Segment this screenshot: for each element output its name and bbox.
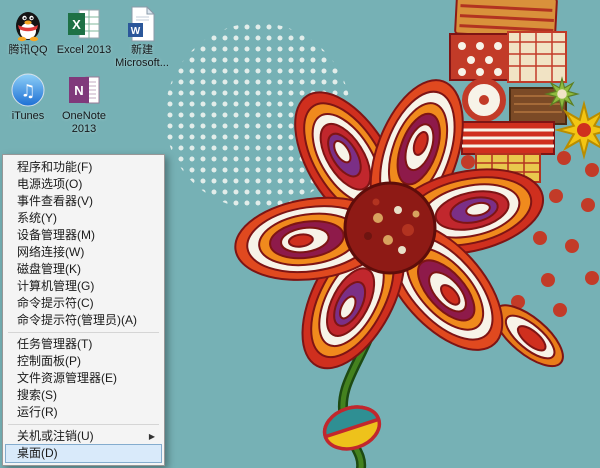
desktop-icon-onenote[interactable]: N OneNote 2013 — [53, 72, 115, 136]
collage-figure-decoration — [449, 0, 567, 222]
desktop-icon-label: OneNote 2013 — [61, 110, 107, 135]
striped-flower — [228, 66, 552, 386]
flower-bulb — [322, 405, 382, 451]
menu-item-label: 搜索(S) — [17, 388, 57, 402]
desktop-icon-label: iTunes — [11, 110, 45, 122]
menu-item-network-connections[interactable]: 网络连接(W) — [6, 244, 161, 261]
word-document-icon: W — [124, 6, 160, 42]
submenu-arrow-icon: ▶ — [148, 432, 155, 441]
menu-item-label: 命令提示符(管理员)(A) — [17, 313, 137, 327]
menu-item-label: 计算机管理(G) — [17, 279, 95, 293]
menu-item-label: 网络连接(W) — [17, 245, 85, 259]
menu-item-desktop[interactable]: 桌面(D) — [5, 444, 162, 463]
menu-item-power-options[interactable]: 电源选项(O) — [6, 176, 161, 193]
menu-item-disk-management[interactable]: 磁盘管理(K) — [6, 261, 161, 278]
menu-item-system[interactable]: 系统(Y) — [6, 210, 161, 227]
menu-item-control-panel[interactable]: 控制面板(P) — [6, 353, 161, 370]
menu-item-device-manager[interactable]: 设备管理器(M) — [6, 227, 161, 244]
excel-icon: X — [66, 6, 102, 42]
menu-item-event-viewer[interactable]: 事件查看器(V) — [6, 193, 161, 210]
menu-item-task-manager[interactable]: 任务管理器(T) — [6, 336, 161, 353]
dotted-circle-decoration — [165, 23, 351, 209]
menu-separator — [8, 424, 159, 425]
polka-dots-decoration — [429, 143, 599, 317]
desktop-icon-qq[interactable]: 腾讯QQ — [0, 6, 59, 57]
menu-item-command-prompt[interactable]: 命令提示符(C) — [6, 295, 161, 312]
menu-item-label: 桌面(D) — [17, 446, 58, 460]
flower-leaf — [493, 304, 564, 368]
menu-item-label: 事件查看器(V) — [17, 194, 93, 208]
menu-item-label: 系统(Y) — [17, 211, 57, 225]
menu-item-label: 磁盘管理(K) — [17, 262, 81, 276]
desktop-icon-label: 新建 Microsoft... — [115, 44, 169, 69]
svg-text:N: N — [74, 83, 83, 98]
svg-text:W: W — [131, 26, 141, 37]
menu-item-programs-and-features[interactable]: 程序和功能(F) — [6, 159, 161, 176]
menu-item-search[interactable]: 搜索(S) — [6, 387, 161, 404]
menu-item-label: 运行(R) — [17, 405, 58, 419]
onenote-icon: N — [66, 72, 102, 108]
qq-icon — [10, 6, 46, 42]
menu-item-label: 设备管理器(M) — [17, 228, 95, 242]
itunes-icon: ♫ — [10, 72, 46, 108]
menu-item-command-prompt-admin[interactable]: 命令提示符(管理员)(A) — [6, 312, 161, 329]
menu-item-label: 关机或注销(U) — [17, 429, 94, 443]
yellow-starburst-decoration — [557, 103, 600, 157]
desktop-icon-label: Excel 2013 — [56, 44, 112, 56]
menu-item-label: 命令提示符(C) — [17, 296, 94, 310]
menu-separator — [8, 332, 159, 333]
desktop-icon-itunes[interactable]: ♫ iTunes — [0, 72, 59, 123]
desktop-icon-label: 腾讯QQ — [8, 44, 48, 56]
winx-menu: 程序和功能(F) 电源选项(O) 事件查看器(V) 系统(Y) 设备管理器(M)… — [2, 154, 165, 466]
menu-item-file-explorer[interactable]: 文件资源管理器(E) — [6, 370, 161, 387]
green-starburst-decoration — [545, 77, 579, 111]
menu-item-label: 程序和功能(F) — [17, 160, 93, 174]
flower-stem — [337, 285, 388, 468]
svg-text:X: X — [72, 17, 81, 32]
menu-item-label: 文件资源管理器(E) — [17, 371, 117, 385]
menu-item-run[interactable]: 运行(R) — [6, 404, 161, 421]
desktop-icon-word-doc[interactable]: W 新建 Microsoft... — [111, 6, 173, 70]
menu-item-shutdown-or-signout[interactable]: 关机或注销(U) ▶ — [6, 428, 161, 445]
desktop-icon-excel[interactable]: X Excel 2013 — [53, 6, 115, 57]
menu-item-label: 控制面板(P) — [17, 354, 81, 368]
menu-item-label: 任务管理器(T) — [17, 337, 93, 351]
menu-item-computer-management[interactable]: 计算机管理(G) — [6, 278, 161, 295]
menu-item-label: 电源选项(O) — [17, 177, 83, 191]
svg-text:♫: ♫ — [20, 82, 35, 102]
